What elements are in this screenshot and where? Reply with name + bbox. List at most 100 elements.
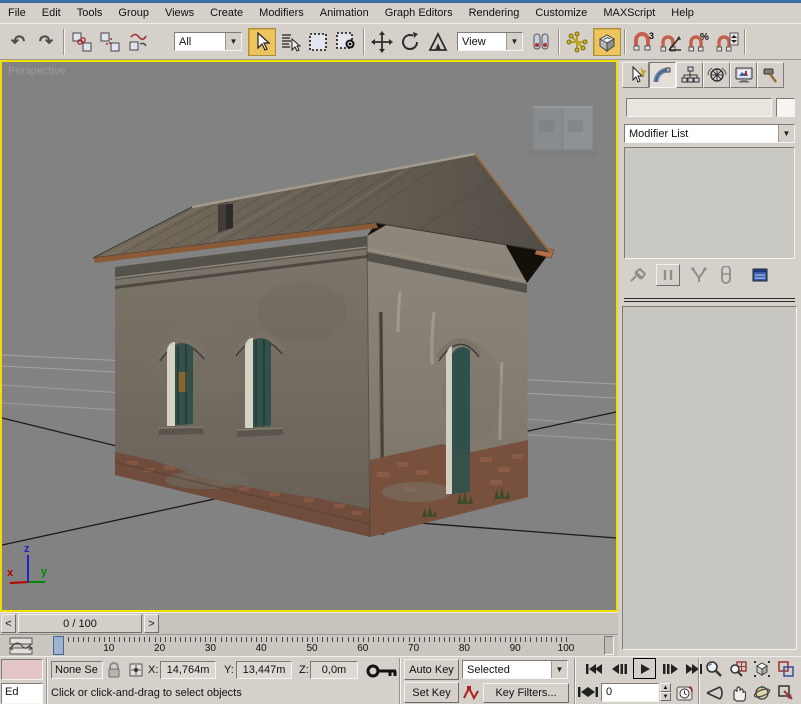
object-name-field[interactable] (626, 98, 772, 117)
ruler-tick (144, 637, 145, 642)
field-of-view-button[interactable] (702, 682, 725, 704)
select-object-button[interactable] (248, 28, 276, 56)
chevron-down-icon[interactable]: ▼ (506, 33, 522, 50)
zoom-extents-all-button[interactable] (774, 658, 797, 680)
modifier-stack-list[interactable] (624, 147, 795, 259)
chevron-down-icon[interactable]: ▼ (551, 661, 567, 678)
undo-icon[interactable]: ↶ (4, 28, 32, 56)
x-coordinate-field[interactable]: 14,764m (160, 661, 216, 679)
remove-modifier-button[interactable] (714, 264, 736, 286)
snaps-toggle-3d-icon[interactable]: 3 (629, 28, 657, 56)
tab-motion[interactable] (703, 62, 730, 88)
show-end-result-button[interactable] (656, 264, 680, 286)
previous-frame-arrow-button[interactable]: < (1, 614, 16, 633)
current-frame-field[interactable]: 0 (601, 683, 659, 702)
menu-item[interactable]: Modifiers (251, 4, 312, 22)
make-unique-button[interactable] (688, 264, 710, 286)
time-slider-handle[interactable]: 0 / 100 (18, 614, 142, 633)
menu-item[interactable]: MAXScript (595, 4, 663, 22)
menu-item[interactable]: Animation (312, 4, 377, 22)
tab-display[interactable] (730, 62, 757, 88)
rectangular-selection-region-icon[interactable] (304, 28, 332, 56)
tab-create[interactable] (622, 62, 649, 88)
play-button[interactable] (633, 658, 656, 679)
selection-filter-dropdown[interactable]: All ▼ (174, 32, 242, 51)
unlink-selection-icon[interactable] (96, 28, 124, 56)
zoom-extents-button[interactable] (750, 658, 773, 680)
previous-frame-button[interactable] (608, 659, 629, 678)
reference-coordinate-system-dropdown[interactable]: View ▼ (457, 32, 523, 51)
ruler-tick (88, 637, 89, 642)
menu-item[interactable]: Graph Editors (377, 4, 461, 22)
maxscript-macro-listener[interactable] (1, 659, 43, 680)
current-frame-marker[interactable] (53, 636, 64, 655)
menu-item[interactable]: Tools (69, 4, 111, 22)
pan-button[interactable] (726, 682, 749, 704)
arc-rotate-button[interactable] (750, 682, 773, 704)
world-axis-tripod: x y z (7, 543, 48, 583)
y-coordinate-field[interactable]: 13,447m (236, 661, 292, 679)
z-coordinate-field[interactable]: 0,0m (310, 661, 358, 679)
angle-snap-toggle-icon[interactable] (657, 28, 685, 56)
select-and-manipulate-icon[interactable] (563, 28, 591, 56)
ruler-tick (363, 637, 364, 642)
modifier-list-dropdown[interactable]: Modifier List ▼ (624, 124, 795, 143)
zoom-all-button[interactable] (726, 658, 749, 680)
keyboard-override-toggle-button[interactable] (593, 28, 621, 56)
redo-icon[interactable]: ↷ (32, 28, 60, 56)
use-pivot-point-center-icon[interactable] (527, 28, 555, 56)
configure-modifier-sets-button[interactable] (748, 264, 772, 286)
track-bar[interactable]: 0102030405060708090100 (0, 634, 618, 656)
select-and-link-icon[interactable] (68, 28, 96, 56)
key-mode-toggle-button[interactable] (578, 686, 598, 698)
viewport-label[interactable]: Perspective (8, 65, 65, 77)
next-frame-arrow-button[interactable]: > (144, 614, 159, 633)
select-and-scale-icon[interactable] (424, 28, 452, 56)
go-to-start-button[interactable] (583, 659, 604, 678)
default-tangent-icon[interactable] (462, 684, 480, 702)
key-filters-button[interactable]: Key Filters... (483, 683, 569, 703)
set-key-button[interactable]: Set Key (404, 682, 459, 703)
spinner-snap-toggle-icon[interactable] (713, 28, 741, 56)
bind-to-space-warp-icon[interactable] (124, 28, 152, 56)
menu-item[interactable]: Edit (34, 4, 69, 22)
time-configuration-button[interactable] (676, 684, 694, 702)
go-to-end-button[interactable] (683, 659, 704, 678)
min-max-toggle-button[interactable] (774, 682, 797, 704)
tab-hierarchy[interactable] (676, 62, 703, 88)
ruler-tick (480, 637, 481, 642)
perspective-viewport[interactable]: x y z Perspective (0, 60, 618, 612)
absolute-mode-icon[interactable] (127, 661, 145, 679)
object-color-swatch[interactable] (776, 98, 795, 117)
trackbar-ruler[interactable]: 0102030405060708090100 (0, 635, 600, 657)
select-and-move-icon[interactable] (368, 28, 396, 56)
spinner-up-icon[interactable]: ▲ (660, 683, 671, 692)
chevron-down-icon[interactable]: ▼ (225, 33, 241, 50)
menu-item[interactable]: Group (110, 4, 157, 22)
splitter[interactable] (46, 658, 48, 704)
menu-item[interactable]: File (0, 4, 34, 22)
window-crossing-toggle-icon[interactable] (332, 28, 360, 56)
tab-modify[interactable] (649, 62, 676, 88)
menu-item[interactable]: Create (202, 4, 251, 22)
percent-snap-toggle-icon[interactable]: % (685, 28, 713, 56)
auto-key-button[interactable]: Auto Key (404, 659, 459, 680)
select-and-rotate-icon[interactable] (396, 28, 424, 56)
pin-stack-button[interactable] (626, 264, 648, 286)
zoom-button[interactable] (702, 658, 725, 680)
menu-item[interactable]: Views (157, 4, 202, 22)
toolbar-separator (558, 29, 560, 55)
key-mode-dropdown[interactable]: Selected ▼ (462, 660, 568, 679)
select-by-name-icon[interactable] (276, 28, 304, 56)
chevron-down-icon[interactable]: ▼ (778, 125, 794, 142)
menu-item[interactable]: Help (663, 4, 702, 22)
ruler-tick (251, 637, 252, 642)
tab-utilities[interactable] (757, 62, 784, 88)
spinner-down-icon[interactable]: ▼ (660, 692, 671, 701)
maxscript-mini-listener[interactable]: Ed (1, 683, 43, 704)
frame-spinner[interactable]: ▲ ▼ (660, 683, 671, 702)
next-frame-button[interactable] (660, 659, 681, 678)
selection-lock-icon[interactable] (106, 661, 122, 679)
menu-item[interactable]: Rendering (461, 4, 528, 22)
menu-item[interactable]: Customize (527, 4, 595, 22)
